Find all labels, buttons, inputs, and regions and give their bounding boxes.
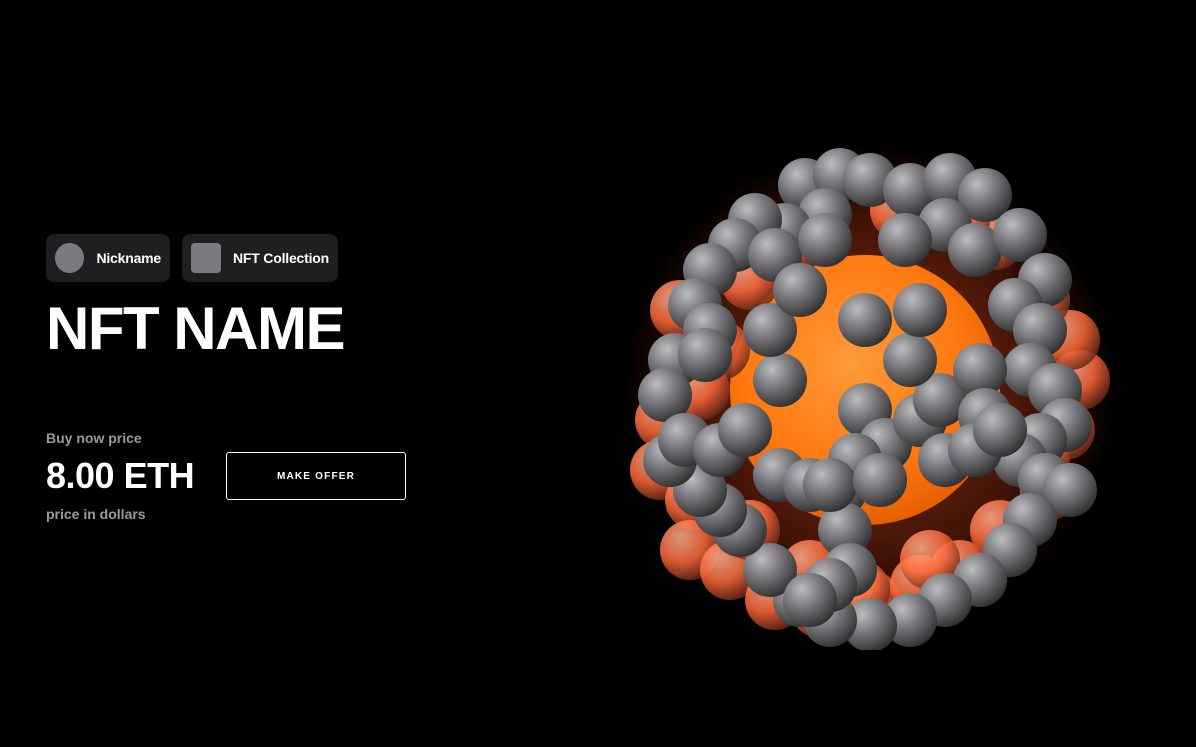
collection-chip[interactable]: NFT Collection [182,234,338,282]
price-in-dollars-label: price in dollars [46,506,146,522]
nft-info-panel: Nickname NFT Collection NFT NAME Buy now… [46,234,466,522]
grey-bead [803,458,857,512]
grey-bead [753,353,807,407]
nft-title: NFT NAME [46,295,345,362]
grey-bead [853,453,907,507]
grey-bead [783,573,837,627]
nft-artwork-image [625,145,1115,650]
price-value: 8.00 ETH [46,455,195,496]
owner-chip[interactable]: Nickname [46,234,170,282]
owner-nickname: Nickname [96,250,161,266]
avatar-icon [55,243,85,273]
grey-bead [973,403,1027,457]
collection-thumbnail-icon [191,243,221,273]
grey-bead [883,333,937,387]
collection-name: NFT Collection [233,250,329,266]
meta-chips: Nickname NFT Collection [46,234,466,282]
grey-bead [798,213,852,267]
grey-bead [678,328,732,382]
grey-bead [878,213,932,267]
grey-bead [718,403,772,457]
grey-bead [773,263,827,317]
price-row: 8.00 ETH MAKE OFFER [46,452,466,500]
grey-bead [838,293,892,347]
make-offer-button[interactable]: MAKE OFFER [226,452,406,500]
buy-now-label: Buy now price [46,430,142,446]
grey-bead [893,283,947,337]
nft-detail-page: Nickname NFT Collection NFT NAME Buy now… [0,0,1196,747]
